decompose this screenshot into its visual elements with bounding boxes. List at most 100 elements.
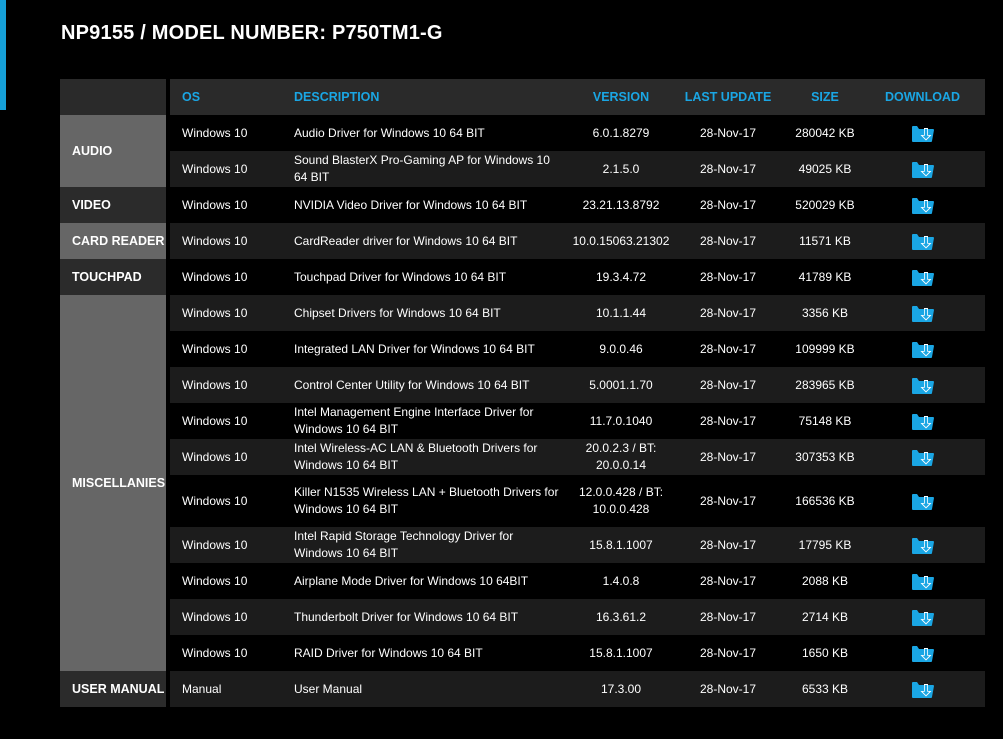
- category-video: VIDEO: [60, 187, 166, 223]
- download-cell: [870, 374, 975, 396]
- os-cell: Windows 10: [182, 341, 248, 356]
- size-cell: 283965 KB: [795, 377, 855, 392]
- os-cell: Windows 10: [182, 609, 248, 624]
- table-row: Windows 10 Integrated LAN Driver for Wind…: [170, 331, 985, 367]
- download-folder-icon[interactable]: [910, 374, 936, 396]
- description-cell: Chipset Drivers for Windows 10 64 BIT: [294, 305, 501, 320]
- version-cell: 9.0.0.46: [599, 341, 643, 356]
- download-folder-icon[interactable]: [910, 230, 936, 252]
- header-version: VERSION: [592, 90, 650, 104]
- download-folder-icon[interactable]: [910, 158, 936, 180]
- version-cell: 10.0.15063.21302: [572, 233, 670, 248]
- version-cell: 20.0.2.3 / BT: 20.0.0.14: [585, 441, 657, 472]
- size-cell: 2714 KB: [801, 609, 849, 624]
- last-update-cell: 28-Nov-17: [699, 493, 757, 508]
- os-cell: Windows 10: [182, 573, 248, 588]
- description-cell: Sound BlasterX Pro-Gaming AP for Windows…: [294, 153, 550, 184]
- download-folder-icon[interactable]: [910, 194, 936, 216]
- last-update-cell: 28-Nov-17: [699, 377, 757, 392]
- last-update-cell: 28-Nov-17: [699, 537, 757, 552]
- download-cell: [870, 642, 975, 664]
- description-cell: User Manual: [294, 681, 363, 696]
- version-cell: 19.3.4.72: [595, 269, 647, 284]
- download-cell: [870, 534, 975, 556]
- download-folder-icon[interactable]: [910, 570, 936, 592]
- download-cell: [870, 678, 975, 700]
- table-row: Windows 10 Airplane Mode Driver for Windo…: [170, 563, 985, 599]
- download-cell: [870, 570, 975, 592]
- download-cell: [870, 446, 975, 468]
- description-cell: Thunderbolt Driver for Windows 10 64 BIT: [294, 609, 519, 624]
- description-cell: Control Center Utility for Windows 10 64…: [294, 377, 530, 392]
- category-touchpad: TOUCHPAD: [60, 259, 166, 295]
- download-folder-icon[interactable]: [910, 410, 936, 432]
- description-cell: Intel Rapid Storage Technology Driver fo…: [294, 529, 514, 560]
- table-row: Windows 10 CardReader driver for Windows …: [170, 223, 985, 259]
- version-cell: 1.4.0.8: [602, 573, 640, 588]
- table-row: Windows 10 Intel Rapid Storage Technology…: [170, 527, 985, 563]
- download-folder-icon[interactable]: [910, 302, 936, 324]
- category-card-reader: CARD READER: [60, 223, 166, 259]
- os-cell: Windows 10: [182, 645, 248, 660]
- table-row: Windows 10 Intel Management Engine Interf…: [170, 403, 985, 439]
- last-update-cell: 28-Nov-17: [699, 413, 757, 428]
- os-cell: Windows 10: [182, 233, 248, 248]
- page-title: NP9155 / MODEL NUMBER: P750TM1-G: [61, 22, 443, 44]
- version-cell: 15.8.1.1007: [589, 645, 653, 660]
- size-cell: 17795 KB: [798, 537, 852, 552]
- size-cell: 11571 KB: [799, 233, 851, 248]
- os-cell: Windows 10: [182, 449, 248, 464]
- download-folder-icon[interactable]: [910, 534, 936, 556]
- table-row: Windows 10 Chipset Drivers for Windows 10…: [170, 295, 985, 331]
- description-cell: CardReader driver for Windows 10 64 BIT: [294, 233, 518, 248]
- last-update-cell: 28-Nov-17: [699, 645, 757, 660]
- download-folder-icon[interactable]: [910, 678, 936, 700]
- download-folder-icon[interactable]: [910, 490, 936, 512]
- download-cell: [870, 194, 975, 216]
- description-cell: RAID Driver for Windows 10 64 BIT: [294, 645, 483, 660]
- version-cell: 2.1.5.0: [602, 161, 640, 176]
- os-cell: Windows 10: [182, 537, 248, 552]
- last-update-cell: 28-Nov-17: [699, 681, 757, 696]
- version-cell: 16.3.61.2: [595, 609, 647, 624]
- download-folder-icon[interactable]: [910, 606, 936, 628]
- download-folder-icon[interactable]: [910, 642, 936, 664]
- download-folder-icon[interactable]: [910, 122, 936, 144]
- download-cell: [870, 410, 975, 432]
- download-folder-icon[interactable]: [910, 266, 936, 288]
- size-cell: 6533 KB: [801, 681, 849, 696]
- size-cell: 41789 KB: [798, 269, 852, 284]
- last-update-cell: 28-Nov-17: [699, 341, 757, 356]
- last-update-cell: 28-Nov-17: [699, 269, 757, 284]
- table-row: Windows 10 Audio Driver for Windows 10 64…: [170, 115, 985, 151]
- header-last-update: LAST UPDATE: [684, 90, 772, 104]
- table-row: Windows 10 Intel Wireless-AC LAN & Blueto…: [170, 439, 985, 475]
- last-update-cell: 28-Nov-17: [699, 125, 757, 140]
- download-cell: [870, 338, 975, 360]
- table-row: Windows 10 Sound BlasterX Pro-Gaming AP f…: [170, 151, 985, 187]
- version-cell: 10.1.1.44: [595, 305, 647, 320]
- header-size: SIZE: [811, 90, 839, 104]
- version-cell: 12.0.0.428 / BT: 10.0.0.428: [578, 485, 664, 516]
- table-row: Windows 10 Touchpad Driver for Windows 10…: [170, 259, 985, 295]
- version-cell: 17.3.00: [600, 681, 642, 696]
- table-row: Windows 10 Thunderbolt Driver for Windows…: [170, 599, 985, 635]
- table-header: OS DESCRIPTION VERSION LAST UPDATE SIZE …: [60, 79, 985, 115]
- download-folder-icon[interactable]: [910, 446, 936, 468]
- os-cell: Windows 10: [182, 197, 248, 212]
- os-cell: Windows 10: [182, 125, 248, 140]
- table-row: Windows 10 RAID Driver for Windows 10 64 …: [170, 635, 985, 671]
- last-update-cell: 28-Nov-17: [699, 197, 757, 212]
- version-cell: 11.7.0.1040: [589, 413, 653, 428]
- description-cell: Touchpad Driver for Windows 10 64 BIT: [294, 269, 507, 284]
- table-body: Windows 10 Audio Driver for Windows 10 64…: [170, 115, 985, 707]
- size-cell: 3356 KB: [801, 305, 849, 320]
- table-row: Manual User Manual 17.3.00 28-Nov-17 6533 KB: [170, 671, 985, 707]
- description-cell: Killer N1535 Wireless LAN + Bluetooth Dr…: [294, 485, 559, 516]
- download-folder-icon[interactable]: [910, 338, 936, 360]
- category-miscellanies: MISCELLANIES: [60, 295, 166, 671]
- download-cell: [870, 302, 975, 324]
- version-cell: 15.8.1.1007: [589, 537, 653, 552]
- accent-bar: [0, 0, 6, 110]
- size-cell: 49025 KB: [798, 161, 852, 176]
